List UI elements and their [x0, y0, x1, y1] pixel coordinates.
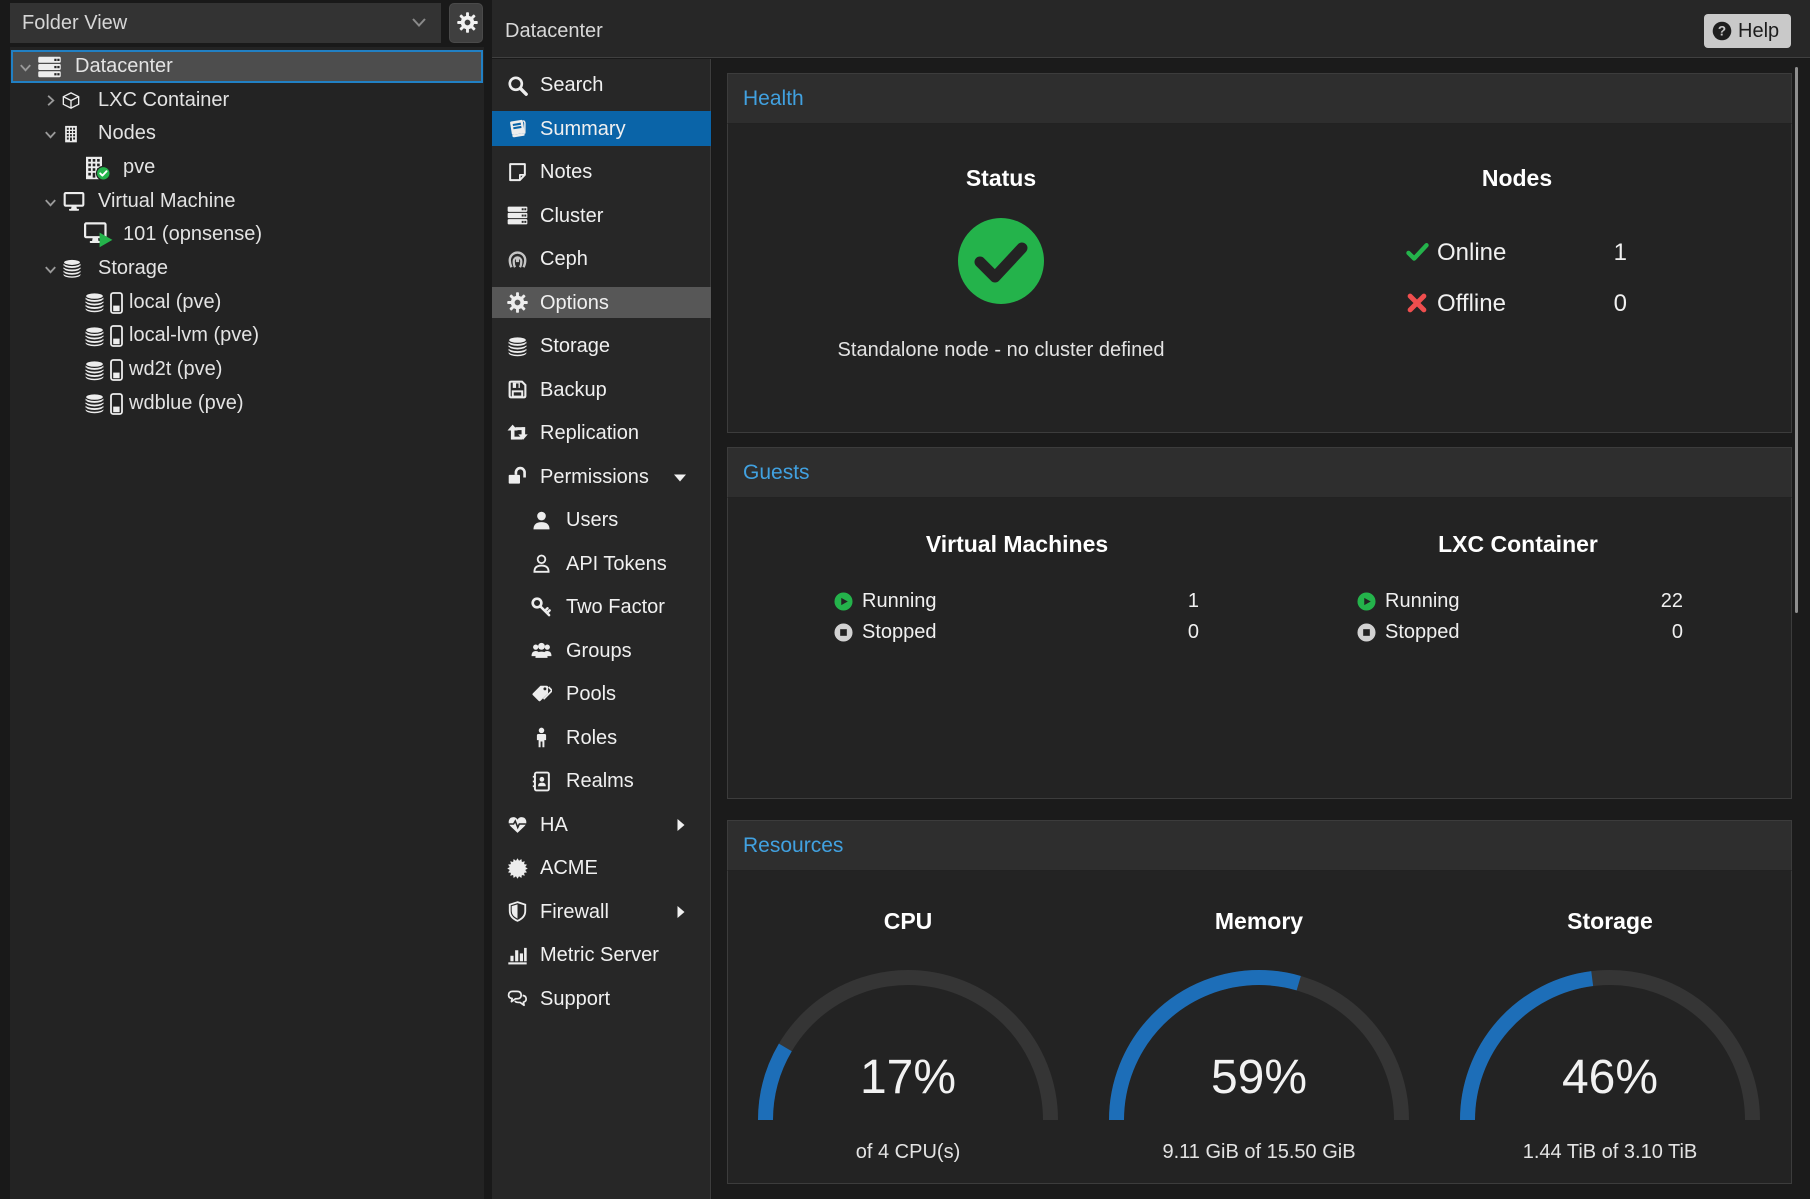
svg-text:?: ? — [1718, 24, 1726, 39]
